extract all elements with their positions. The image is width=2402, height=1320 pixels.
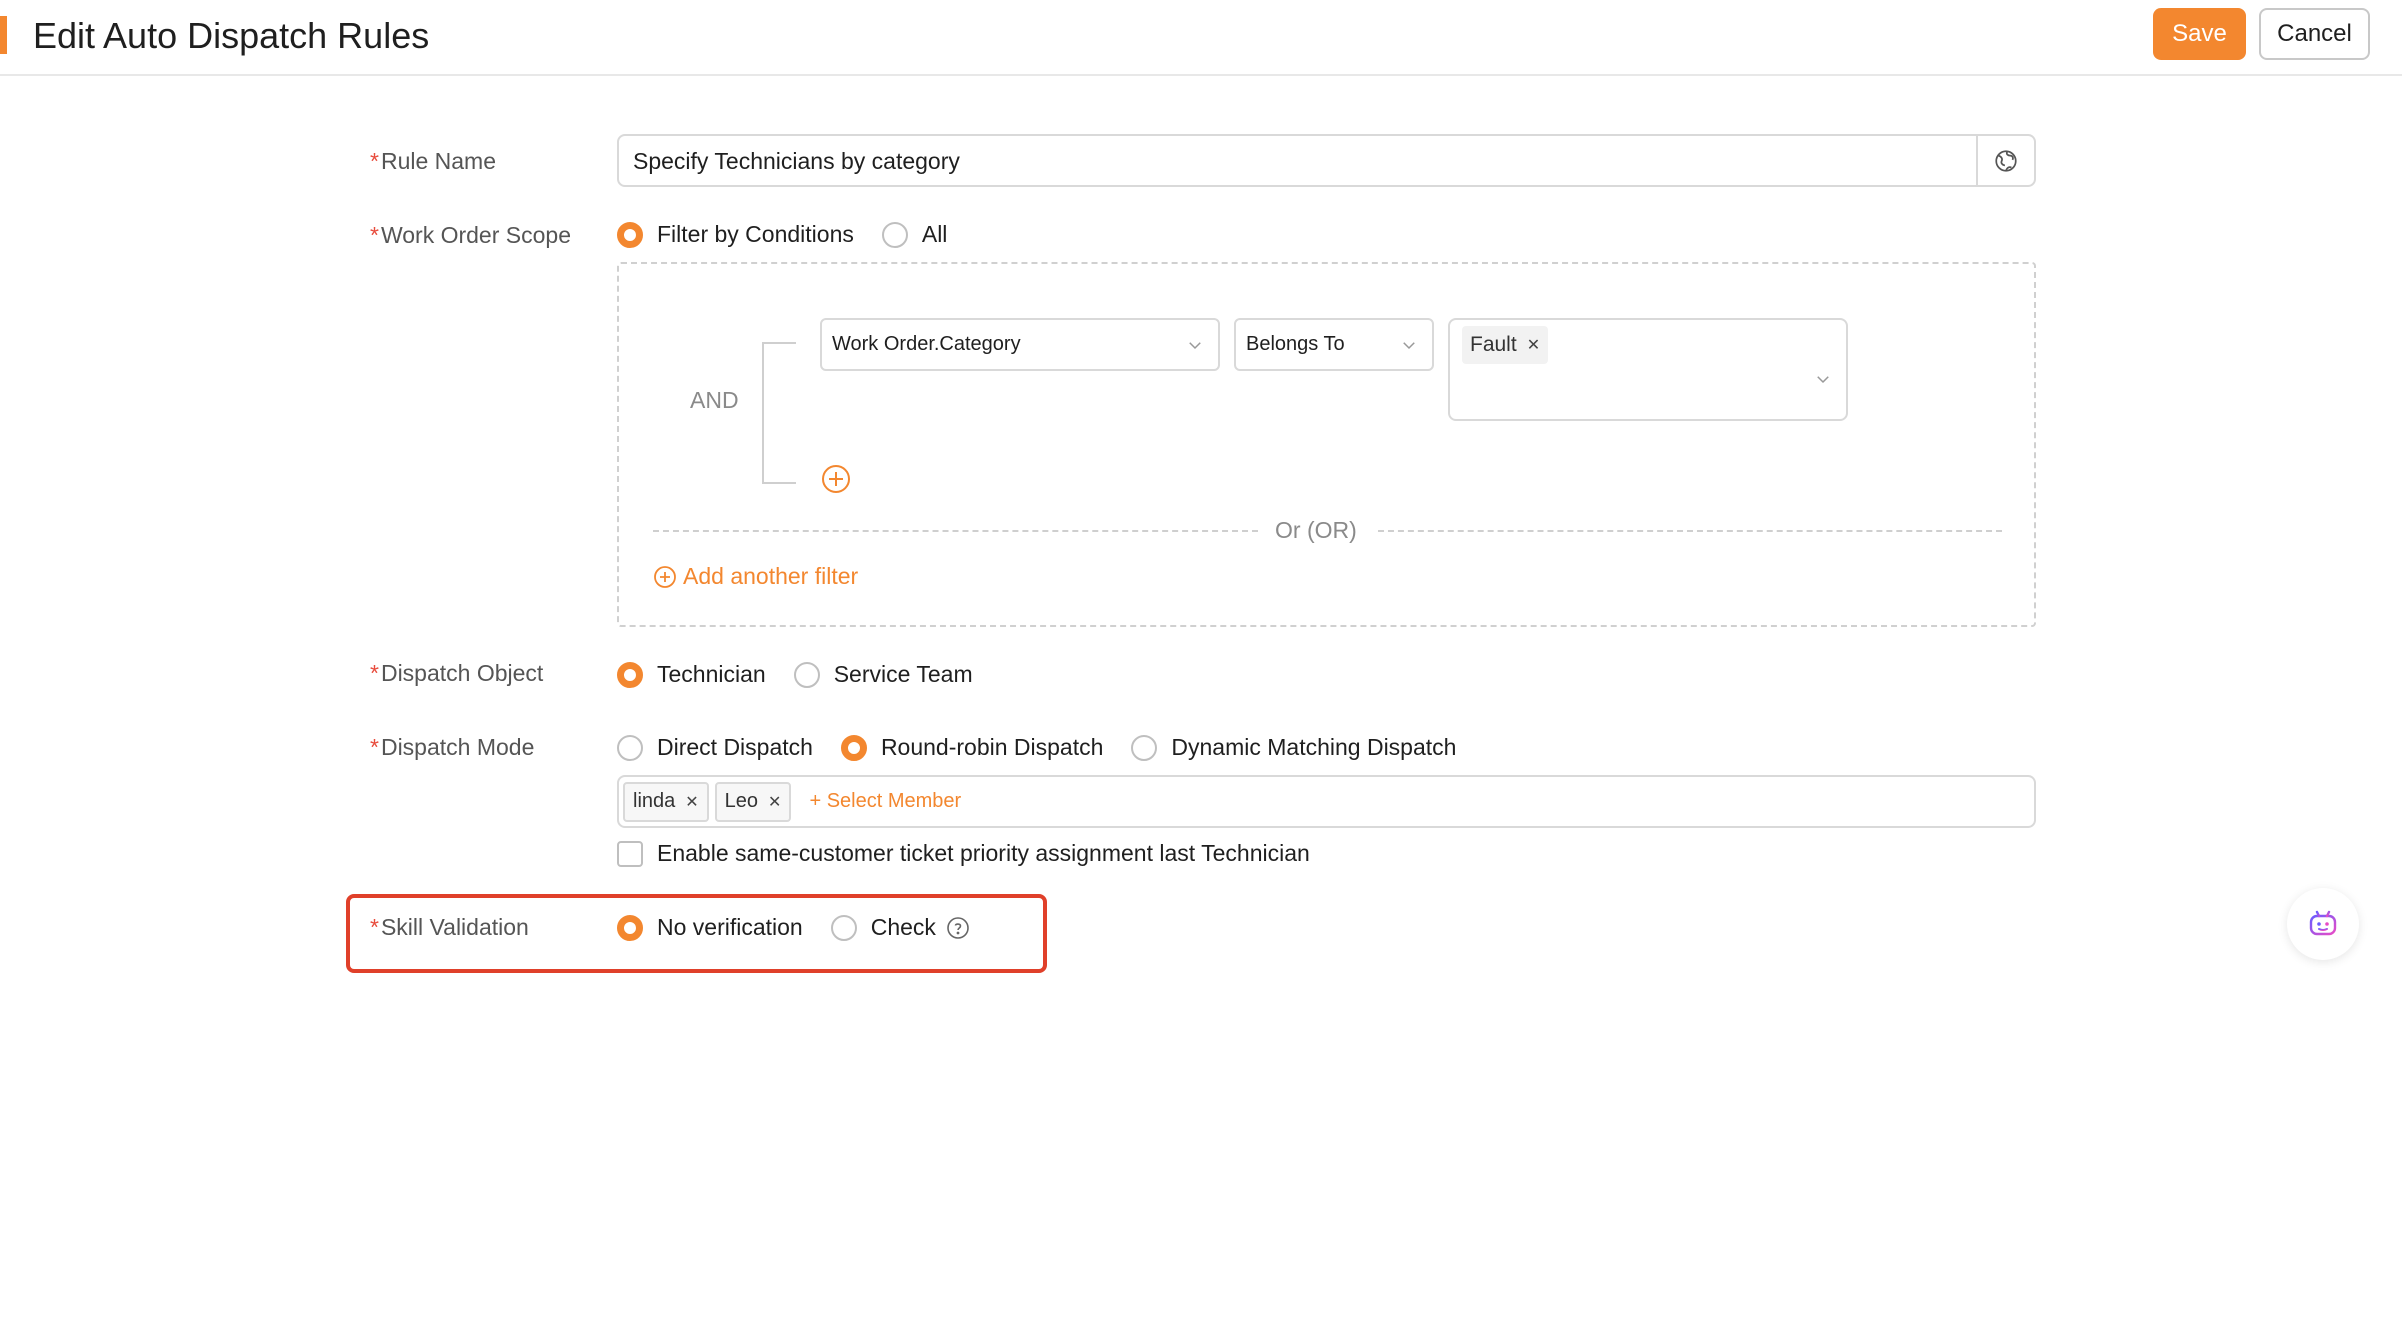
dispatch-mode-option-direct[interactable]: Direct Dispatch: [617, 734, 813, 761]
dispatch-object-option-service-team[interactable]: Service Team: [793, 661, 973, 688]
tag-remove-icon[interactable]: ✕: [768, 792, 781, 812]
select-member-link[interactable]: + Select Member: [809, 790, 961, 813]
page-header: Edit Auto Dispatch Rules Save Cancel: [0, 0, 2402, 76]
header-accent-bar: [0, 16, 7, 54]
radio-checked-icon[interactable]: [617, 661, 643, 688]
add-condition-icon[interactable]: [820, 463, 852, 500]
dispatch-mode-option-dynamic-matching[interactable]: Dynamic Matching Dispatch: [1131, 734, 1456, 761]
radio-unchecked-icon[interactable]: [881, 221, 908, 248]
dispatch-mode-radio-group: Direct Dispatch Round-robin Dispatch Dyn…: [617, 734, 1484, 761]
chevron-down-icon: [1403, 341, 1415, 349]
radio-checked-icon[interactable]: [840, 734, 867, 761]
or-divider-right: [1378, 530, 2002, 532]
member-tag: Leo ✕: [714, 781, 792, 822]
condition-operator-select[interactable]: Belongs To: [1234, 318, 1434, 371]
condition-field-select[interactable]: Work Order.Category: [820, 318, 1220, 371]
radio-checked-icon[interactable]: [617, 914, 643, 941]
work-order-scope-radio-group: Filter by Conditions All: [617, 221, 975, 248]
condition-field-value: Work Order.Category: [832, 333, 1021, 355]
rule-name-input[interactable]: Specify Technicians by category: [617, 134, 2036, 187]
radio-unchecked-icon[interactable]: [1131, 734, 1158, 761]
member-tag: linda ✕: [623, 781, 709, 822]
same-customer-priority-checkbox[interactable]: Enable same-customer ticket priority ass…: [617, 840, 1310, 867]
tag-remove-icon[interactable]: ✕: [1527, 335, 1540, 355]
skill-validation-option-no-verification[interactable]: No verification: [617, 914, 803, 941]
value-tag: Fault ✕: [1462, 326, 1549, 364]
save-button[interactable]: Save: [2153, 8, 2246, 60]
rule-name-value[interactable]: Specify Technicians by category: [619, 147, 1976, 175]
dispatch-object-option-technician[interactable]: Technician: [617, 661, 766, 688]
skill-validation-radio-group: No verification Check: [617, 914, 970, 941]
globe-translate-icon[interactable]: [1976, 136, 2034, 185]
scope-option-all[interactable]: All: [881, 221, 947, 248]
condition-operator-value: Belongs To: [1246, 333, 1345, 355]
skill-validation-option-check[interactable]: Check: [830, 914, 970, 941]
dispatch-mode-option-round-robin[interactable]: Round-robin Dispatch: [840, 734, 1103, 761]
dispatch-object-label: *Dispatch Object: [370, 660, 544, 686]
condition-value-multiselect[interactable]: Fault ✕: [1448, 318, 1848, 421]
add-another-filter-link[interactable]: Add another filter: [653, 563, 858, 590]
scope-option-filter-by-conditions[interactable]: Filter by Conditions: [617, 221, 854, 248]
radio-unchecked-icon[interactable]: [793, 661, 820, 688]
or-divider-left: [653, 530, 1258, 532]
chevron-down-icon: [1189, 341, 1201, 349]
condition-group-bracket: [762, 342, 796, 484]
page-title: Edit Auto Dispatch Rules: [33, 15, 430, 56]
skill-validation-label: *Skill Validation: [370, 914, 529, 940]
member-select-input[interactable]: linda ✕ Leo ✕ + Select Member: [617, 775, 2036, 828]
radio-unchecked-icon[interactable]: [617, 734, 643, 761]
cancel-button[interactable]: Cancel: [2259, 8, 2370, 60]
checkbox-unchecked-icon[interactable]: [617, 840, 643, 867]
radio-unchecked-icon[interactable]: [830, 914, 857, 941]
dispatch-mode-label: *Dispatch Mode: [370, 734, 535, 760]
radio-checked-icon[interactable]: [617, 221, 643, 248]
dispatch-object-radio-group: Technician Service Team: [617, 661, 1001, 688]
tag-remove-icon[interactable]: ✕: [685, 792, 698, 812]
rule-name-label: *Rule Name: [370, 148, 496, 174]
and-logic-label: AND: [690, 387, 739, 413]
plus-circle-icon: [654, 565, 676, 588]
work-order-scope-label: *Work Order Scope: [370, 222, 571, 248]
or-divider-label: Or (OR): [1275, 517, 1357, 543]
help-question-icon[interactable]: [946, 916, 970, 940]
ai-assistant-bot-icon[interactable]: [2287, 888, 2359, 960]
chevron-down-icon: [1817, 376, 1829, 384]
